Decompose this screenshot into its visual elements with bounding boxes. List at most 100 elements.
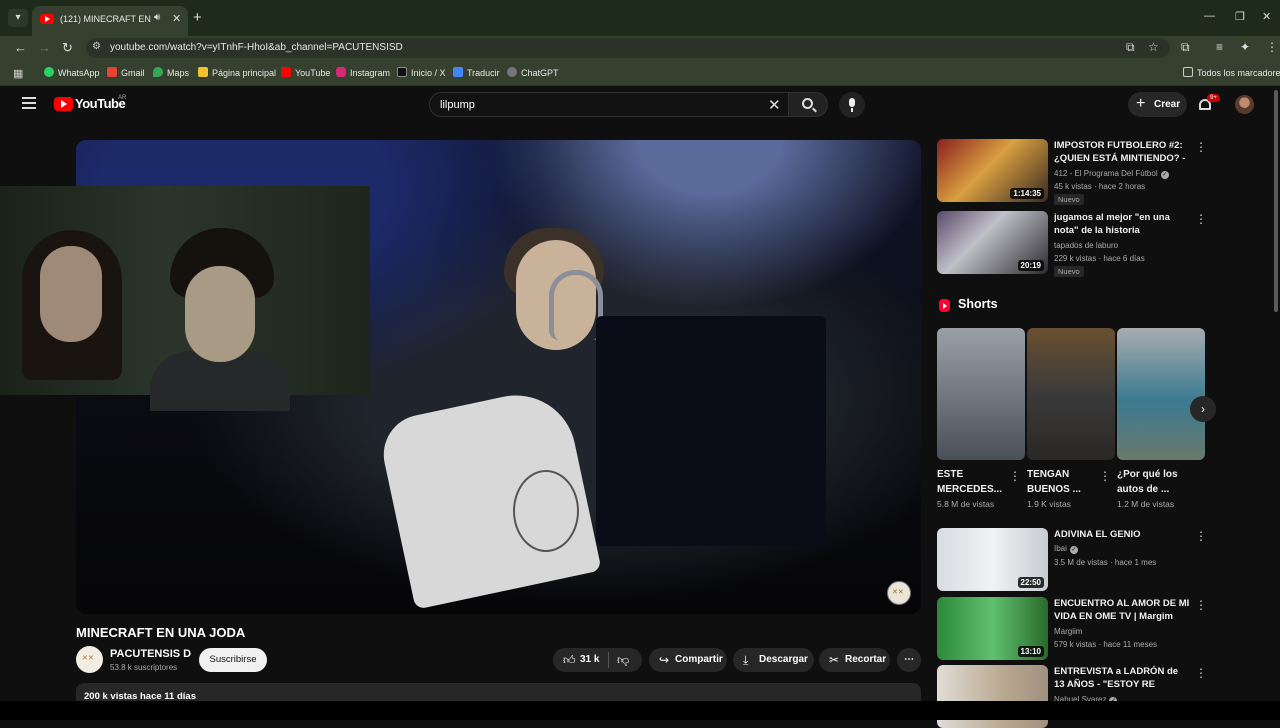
bookmark-translate[interactable]: Traducir bbox=[453, 67, 500, 78]
subscribe-button[interactable]: Suscribirse bbox=[199, 648, 267, 672]
search-icon bbox=[802, 98, 813, 109]
account-avatar[interactable] bbox=[1235, 95, 1254, 114]
close-window-icon[interactable]: ✕ bbox=[1262, 10, 1271, 23]
apps-grid-icon[interactable]: ▦ bbox=[13, 67, 23, 80]
bookmarks-bar: ▦ WhatsApp Gmail Maps Página principal Y… bbox=[0, 60, 1280, 86]
more-vertical-icon[interactable]: ⋮ bbox=[1009, 469, 1021, 483]
shorts-next-chevron-icon[interactable]: › bbox=[1190, 396, 1216, 422]
search-query: lilpump bbox=[440, 99, 475, 111]
clip-button[interactable]: ✂ Recortar bbox=[819, 648, 890, 672]
short-title[interactable]: TENGAN BUENOS ... bbox=[1027, 467, 1101, 497]
close-tab-icon[interactable]: ✕ bbox=[172, 12, 181, 25]
search-input[interactable]: lilpump ✕ bbox=[429, 92, 789, 117]
instagram-icon bbox=[336, 67, 346, 77]
clear-search-icon[interactable]: ✕ bbox=[768, 96, 781, 114]
all-bookmarks[interactable]: Todos los marcadores bbox=[1183, 67, 1280, 78]
forward-arrow-icon[interactable]: → bbox=[38, 40, 51, 56]
channel-watermark-icon[interactable] bbox=[887, 581, 911, 605]
bookmark-home[interactable]: Página principal bbox=[198, 67, 276, 78]
short-views: 1.2 M de vistas bbox=[1117, 499, 1175, 509]
more-actions-button[interactable]: ⋯ bbox=[897, 648, 921, 672]
channel-avatar[interactable] bbox=[76, 646, 103, 673]
rec-meta: 45 k vistas · hace 2 horas bbox=[1054, 182, 1146, 191]
video-duration: 13:10 bbox=[1017, 646, 1044, 657]
voice-search-button[interactable] bbox=[839, 92, 865, 118]
rec-title[interactable]: ENCUENTRO AL AMOR DE MI VIDA EN OME TV |… bbox=[1054, 597, 1190, 623]
rec-title[interactable]: jugamos al mejor "en una nota" de la his… bbox=[1054, 211, 1190, 237]
extensions-icon[interactable]: ⧉ bbox=[1181, 40, 1190, 55]
thumbs-up-icon[interactable]: 👍︎ bbox=[563, 648, 576, 672]
video-thumbnail[interactable]: 1:14:35 bbox=[937, 139, 1048, 202]
video-duration: 22:50 bbox=[1017, 577, 1044, 588]
rec-title[interactable]: ENTREVISTA a LADRÓN de 13 AÑOS - "ESTOY … bbox=[1054, 665, 1190, 691]
bookmark-chatgpt[interactable]: ChatGPT bbox=[507, 67, 559, 78]
new-badge: Nuevo bbox=[1054, 266, 1084, 277]
rec-channel[interactable]: tapados de laburo bbox=[1054, 241, 1118, 250]
hamburger-menu-icon[interactable] bbox=[22, 97, 36, 112]
create-button[interactable]: Crear bbox=[1128, 91, 1187, 117]
install-app-icon[interactable]: ⧉ bbox=[1126, 40, 1135, 55]
youtube-icon bbox=[281, 67, 291, 77]
bookmark-maps[interactable]: Maps bbox=[153, 67, 189, 78]
more-vertical-icon[interactable]: ⋮ bbox=[1195, 141, 1207, 153]
page-scrollbar[interactable] bbox=[1274, 90, 1278, 312]
rec-channel[interactable]: Ibai ✓ bbox=[1054, 544, 1078, 554]
media-controls-icon[interactable]: ≡ bbox=[1216, 40, 1223, 54]
reload-icon[interactable]: ↻ bbox=[62, 40, 73, 56]
bookmark-x[interactable]: Inicio / X bbox=[397, 67, 446, 78]
more-vertical-icon[interactable]: ⋮ bbox=[1099, 469, 1111, 483]
bookmark-instagram[interactable]: Instagram bbox=[336, 67, 390, 78]
back-arrow-icon[interactable]: ← bbox=[14, 40, 27, 56]
video-thumbnail[interactable]: 20:19 bbox=[937, 211, 1048, 274]
scissors-icon: ✂ bbox=[829, 653, 840, 667]
share-button[interactable]: ↪ Compartir bbox=[649, 648, 727, 672]
thumbs-down-icon[interactable]: 👎︎ bbox=[617, 648, 629, 672]
bookmark-gmail[interactable]: Gmail bbox=[107, 67, 145, 78]
video-thumbnail[interactable]: 22:50 bbox=[937, 528, 1048, 591]
more-vertical-icon[interactable]: ⋮ bbox=[1195, 213, 1207, 225]
short-thumbnail[interactable] bbox=[1027, 328, 1115, 460]
notification-badge: 9+ bbox=[1207, 94, 1220, 102]
short-title[interactable]: ESTE MERCEDES... bbox=[937, 467, 1011, 497]
bookmark-whatsapp[interactable]: WhatsApp bbox=[44, 67, 100, 78]
rec-channel[interactable]: 412 - El Programa Del Fútbol ✓ bbox=[1054, 169, 1169, 179]
more-vertical-icon[interactable]: ⋮ bbox=[1195, 667, 1207, 679]
url-field[interactable]: ⚙︎ youtube.com/watch?v=yITnhF-HhoI&ab_ch… bbox=[86, 38, 1170, 58]
site-info-icon[interactable]: ⚙︎ bbox=[92, 41, 101, 52]
chatgpt-icon bbox=[507, 67, 517, 77]
headset-graphic bbox=[549, 270, 603, 340]
short-title[interactable]: ¿Por qué los autos de ... bbox=[1117, 467, 1191, 497]
like-count[interactable]: 31 k bbox=[580, 648, 599, 672]
folder-icon bbox=[1183, 67, 1193, 77]
browser-tab-strip: ▾ (121) MINECRAFT EN UNA JO 🔊︎ ✕ + — ❐ ✕ bbox=[0, 0, 1280, 36]
youtube-page: YouTube AR lilpump ✕ Crear 9+ MINECRAFT … bbox=[0, 86, 1280, 728]
speaker-icon[interactable]: 🔊︎ bbox=[154, 12, 160, 23]
more-vertical-icon[interactable]: ⋮ bbox=[1195, 599, 1207, 611]
video-duration: 1:14:35 bbox=[1010, 188, 1044, 199]
rec-title[interactable]: IMPOSTOR FUTBOLERO #2: ¿QUIEN ESTÁ MINTI… bbox=[1054, 139, 1190, 165]
rec-channel[interactable]: Margiim bbox=[1054, 627, 1082, 636]
rec-title[interactable]: ADIVINA EL GENIO bbox=[1054, 528, 1190, 541]
more-vertical-icon[interactable]: ⋮ bbox=[1195, 530, 1207, 542]
country-code: AR bbox=[118, 95, 127, 101]
short-thumbnail[interactable] bbox=[1117, 328, 1205, 460]
short-thumbnail[interactable] bbox=[937, 328, 1025, 460]
like-dislike-group: 👍︎ 31 k 👎︎ bbox=[553, 648, 642, 672]
profile-icon[interactable]: ✦ bbox=[1240, 40, 1250, 54]
tab-search-chevron-icon[interactable]: ▾ bbox=[8, 9, 28, 27]
minimize-icon[interactable]: — bbox=[1204, 10, 1215, 22]
new-tab-button[interactable]: + bbox=[193, 9, 202, 27]
channel-name[interactable]: PACUTENSIS D bbox=[110, 648, 191, 660]
search-button[interactable] bbox=[788, 92, 828, 117]
download-button[interactable]: ⤓ Descargar bbox=[733, 648, 814, 672]
like-divider bbox=[608, 652, 609, 668]
whatsapp-icon bbox=[44, 67, 54, 77]
bookmark-youtube[interactable]: YouTube bbox=[281, 67, 330, 78]
browser-menu-icon[interactable]: ⋮ bbox=[1266, 40, 1278, 54]
restore-icon[interactable]: ❐ bbox=[1235, 10, 1245, 23]
youtube-logo-icon[interactable] bbox=[54, 97, 73, 111]
video-thumbnail[interactable]: 13:10 bbox=[937, 597, 1048, 660]
browser-tab-active[interactable]: (121) MINECRAFT EN UNA JO 🔊︎ ✕ bbox=[32, 6, 188, 36]
bookmark-star-icon[interactable]: ☆ bbox=[1148, 40, 1159, 54]
tab-title: (121) MINECRAFT EN UNA JO bbox=[60, 14, 154, 24]
